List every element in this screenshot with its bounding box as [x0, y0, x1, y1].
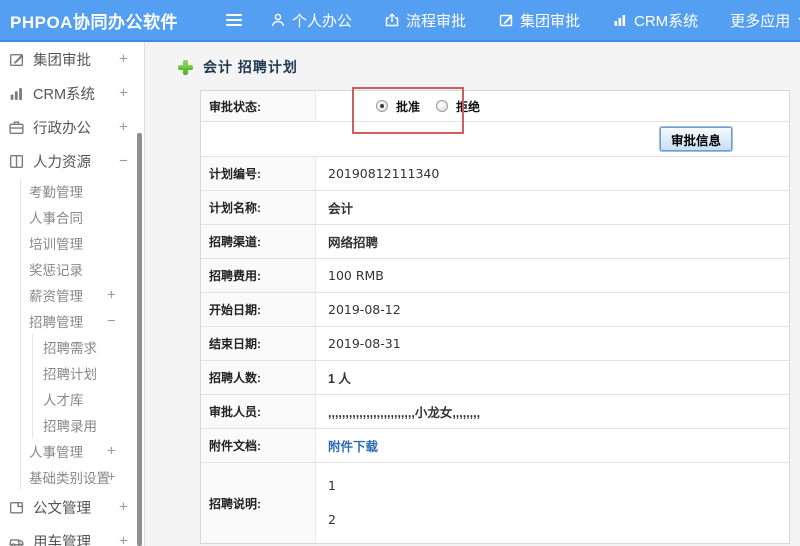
field-value: 2019-08-31: [328, 336, 401, 351]
field-value: 1 人: [328, 372, 351, 386]
row-approval-status: 审批状态: 批准 拒绝: [201, 87, 789, 134]
workflow-icon: [384, 12, 400, 28]
top-header: PHPOA协同办公软件 个人办公 流程审批 集团审批 CRM系统 更多应用: [0, 0, 800, 42]
radio-reject[interactable]: 拒绝: [436, 98, 480, 115]
nav-more-apps[interactable]: 更多应用: [730, 10, 800, 31]
sidebar-item-vehicle[interactable]: 用车管理 +: [0, 524, 144, 546]
edit-square-icon: [9, 53, 24, 66]
expander[interactable]: −: [119, 153, 128, 170]
field-value: 20190812111340: [328, 166, 440, 181]
expander[interactable]: +: [119, 499, 128, 516]
approval-radio-group: 批准 拒绝: [376, 98, 480, 115]
bar-chart-icon: [10, 87, 22, 100]
sidebar-item-talent-pool[interactable]: 人才库: [33, 386, 144, 412]
row-attachment: 附件文档: 附件下载: [201, 429, 789, 463]
expander[interactable]: +: [119, 85, 128, 102]
approval-info-button[interactable]: 审批信息: [658, 126, 734, 152]
row-plan-name: 计划名称: 会计: [201, 191, 789, 225]
field-value: 会计: [328, 202, 354, 216]
field-label: 开始日期:: [201, 293, 316, 326]
field-label: 招聘说明:: [201, 463, 316, 543]
sidebar-scrollbar-thumb[interactable]: [137, 133, 142, 546]
sidebar-item-attendance[interactable]: 考勤管理: [21, 178, 144, 204]
nav-personal-office[interactable]: 个人办公: [270, 10, 352, 31]
sidebar-item-training[interactable]: 培训管理: [21, 230, 144, 256]
nav-group-approval[interactable]: 集团审批: [498, 10, 580, 31]
row-description: 招聘说明: 1 2: [201, 463, 789, 543]
radio-approve[interactable]: 批准: [376, 98, 420, 115]
attachment-download-link[interactable]: 附件下载: [328, 436, 378, 455]
row-headcount: 招聘人数: 1 人: [201, 361, 789, 395]
book-icon: [9, 154, 24, 168]
bar-chart-icon: [612, 12, 628, 28]
radio-button-icon[interactable]: [436, 100, 449, 112]
field-label: 审批人员:: [201, 395, 316, 428]
field-value: 2019-08-12: [328, 302, 401, 317]
expander[interactable]: +: [119, 51, 128, 68]
sidebar-item-group-approval[interactable]: 集团审批 +: [0, 42, 144, 76]
field-label: 结束日期:: [201, 327, 316, 360]
sidebar-item-admin-office[interactable]: 行政办公 +: [0, 110, 144, 144]
edit-icon: [498, 12, 514, 28]
sidebar-item-salary[interactable]: 薪资管理 +: [21, 282, 144, 308]
field-value: 100 RMB: [328, 268, 384, 283]
expander[interactable]: +: [107, 287, 116, 304]
nav-workflow-approval[interactable]: 流程审批: [384, 10, 466, 31]
field-label: 审批状态:: [201, 91, 316, 121]
sidebar-item-personnel[interactable]: 人事管理 +: [21, 438, 144, 464]
row-start-date: 开始日期: 2019-08-12: [201, 293, 789, 327]
expander[interactable]: +: [119, 119, 128, 136]
document-icon: [9, 501, 24, 514]
app-title: PHPOA协同办公软件: [10, 12, 178, 32]
sidebar-item-hr[interactable]: 人力资源 −: [0, 144, 144, 178]
sidebar-item-recruit-mgmt[interactable]: 招聘管理 −: [21, 308, 144, 334]
nav-crm-system[interactable]: CRM系统: [612, 10, 698, 31]
sidebar-item-rewards[interactable]: 奖惩记录: [21, 256, 144, 282]
hr-submenu: 考勤管理 人事合同 培训管理 奖惩记录 薪资管理 + 招聘管理 − 招聘需求 招…: [20, 178, 144, 490]
expander[interactable]: +: [107, 443, 116, 460]
recruit-submenu: 招聘需求 招聘计划 人才库 招聘录用: [32, 334, 144, 438]
row-recruit-cost: 招聘费用: 100 RMB: [201, 259, 789, 293]
sidebar-item-recruit-hire[interactable]: 招聘录用: [33, 412, 144, 438]
sidebar-item-hr-contract[interactable]: 人事合同: [21, 204, 144, 230]
row-approvers: 审批人员: ,,,,,,,,,,,,,,,,,,,,,,,,,小龙女,,,,,,…: [201, 395, 789, 429]
field-label: 附件文档:: [201, 429, 316, 462]
plan-detail-table: 审批状态: 批准 拒绝 审批信息 计划编号: 20190812111340 计划…: [200, 87, 790, 544]
expander[interactable]: +: [119, 533, 128, 546]
top-nav: 个人办公 流程审批 集团审批 CRM系统 更多应用: [270, 10, 800, 31]
field-label: 招聘人数:: [201, 361, 316, 394]
radio-button-icon[interactable]: [376, 100, 388, 112]
field-label: 招聘渠道:: [201, 225, 316, 258]
page-title-bar: 会计 招聘计划: [178, 57, 800, 77]
row-recruit-channel: 招聘渠道: 网络招聘: [201, 225, 789, 259]
field-value: 网络招聘: [328, 236, 379, 250]
field-value: ,,,,,,,,,,,,,,,,,,,,,,,,,小龙女,,,,,,,,: [328, 406, 481, 420]
sidebar-item-recruit-plan[interactable]: 招聘计划: [33, 360, 144, 386]
sidebar-item-base-category[interactable]: 基础类别设置 +: [21, 464, 144, 490]
main-content: 会计 招聘计划 审批状态: 批准 拒绝 审批信息 计划编号: 201908121…: [146, 42, 800, 546]
expander[interactable]: +: [107, 469, 116, 486]
green-plus-icon: [178, 59, 193, 75]
person-icon: [270, 12, 286, 28]
sidebar-item-crm[interactable]: CRM系统 +: [0, 76, 144, 110]
row-end-date: 结束日期: 2019-08-31: [201, 327, 789, 361]
briefcase-icon: [9, 120, 24, 134]
field-label: 招聘费用:: [201, 259, 316, 292]
page-title: 会计 招聘计划: [203, 59, 298, 75]
expander[interactable]: −: [107, 313, 116, 330]
description-lines: 1 2: [328, 478, 336, 527]
field-label: 计划编号:: [201, 157, 316, 190]
sidebar: 集团审批 + CRM系统 + 行政办公 + 人力资源 − 考勤管理 人事合同 培…: [0, 42, 145, 546]
hamburger-menu-icon[interactable]: [225, 14, 242, 26]
row-plan-number: 计划编号: 20190812111340: [201, 157, 789, 191]
row-approval-button: 审批信息: [201, 122, 789, 157]
sidebar-item-recruit-demand[interactable]: 招聘需求: [33, 334, 144, 360]
field-label: 计划名称:: [201, 191, 316, 224]
car-icon: [9, 538, 24, 546]
sidebar-item-documents[interactable]: 公文管理 +: [0, 490, 144, 524]
